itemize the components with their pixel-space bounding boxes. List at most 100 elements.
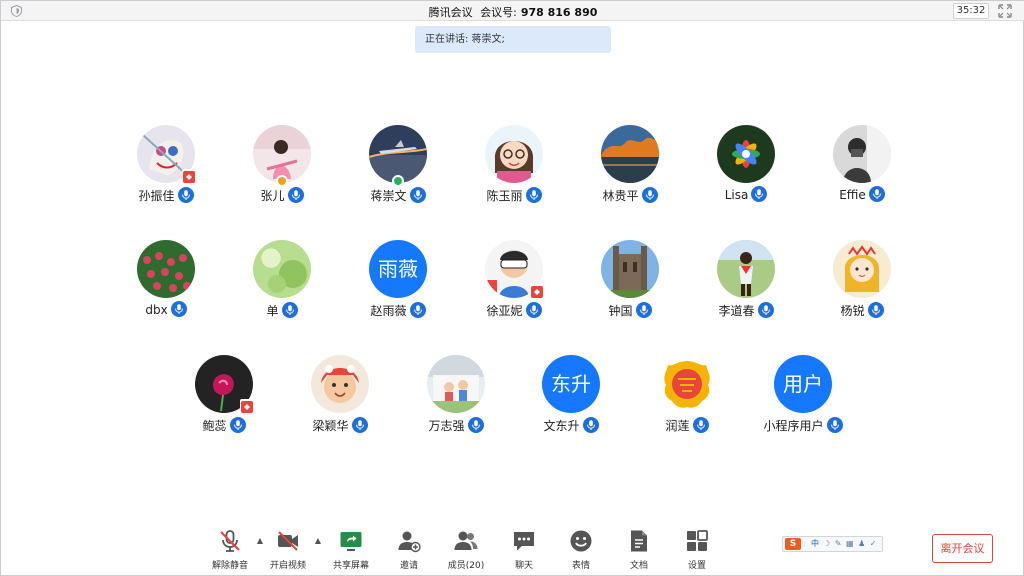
avatar [485, 125, 543, 183]
avatar [601, 240, 659, 298]
mic-icon [525, 186, 542, 203]
avatar [137, 240, 195, 298]
participant-name: 小程序用户 [745, 416, 861, 435]
participant-tile[interactable]: 钟国 [572, 240, 688, 324]
participant-tile[interactable]: 孙振佳 [108, 125, 224, 209]
participant-label: 徐亚妮 [486, 304, 523, 318]
participant-tile[interactable]: 润莲 [629, 355, 745, 439]
participant-tile[interactable]: 雨薇 赵雨薇 [340, 240, 456, 324]
avatar [658, 355, 716, 413]
participant-grid: 孙振佳 张儿 蒋崇文 陈玉丽 林贵平 Lisa Effie dbx 单雨薇 赵雨薇 徐亚妮 钟国 李道春… [1, 1, 1024, 501]
ime-mode[interactable]: 中 [811, 537, 819, 551]
participant-name: 万志强 [398, 416, 514, 435]
mic-icon [525, 301, 542, 318]
mic-icon [868, 186, 885, 202]
participant-label: 单 [266, 304, 279, 318]
invite-button[interactable]: 邀请 [379, 529, 439, 573]
leave-meeting-button[interactable]: 离开会议 [932, 534, 993, 563]
camera-off-icon [278, 531, 298, 551]
participant-name: 赵雨薇 [340, 301, 456, 320]
chat-button[interactable]: 聊天 [494, 529, 554, 573]
mic-icon [867, 301, 884, 318]
participant-label: Effie [839, 188, 866, 202]
participant-name: dbx [108, 301, 224, 320]
participant-label: 润莲 [665, 419, 690, 433]
participant-tile[interactable]: 蒋崇文 [340, 125, 456, 209]
participant-label: 钟国 [608, 304, 633, 318]
participant-name: 单 [224, 301, 340, 320]
participant-tile[interactable]: Lisa [688, 125, 804, 209]
participant-tile[interactable]: 林贵平 [572, 125, 688, 209]
reactions-label: 表情 [571, 561, 590, 571]
participant-tile[interactable]: 张儿 [224, 125, 340, 209]
mic-icon [757, 301, 774, 318]
ime-toolbar[interactable]: S 中 ☽ ✎ ▦ ♟ ✓ [782, 536, 883, 552]
cohost-badge [276, 175, 288, 187]
start-video-label: 开启视频 [269, 561, 306, 571]
share-screen-label: 共享屏幕 [332, 561, 369, 571]
participant-label: 梁颖华 [312, 419, 349, 433]
mic-muted-icon [220, 530, 240, 552]
members-label: 成员(20) [447, 561, 485, 571]
invite-label: 邀请 [399, 561, 418, 571]
participant-tile[interactable]: Effie [804, 125, 920, 209]
members-button[interactable]: 成员(20) [436, 529, 496, 573]
participant-name: 梁颖华 [282, 416, 398, 435]
unmute-button[interactable]: 解除静音 [200, 529, 260, 573]
participant-label: Lisa [724, 188, 749, 202]
participant-name: Effie [804, 186, 920, 205]
participant-label: 万志强 [428, 419, 465, 433]
participant-tile[interactable]: 万志强 [398, 355, 514, 439]
participant-label: 孙振佳 [138, 189, 175, 203]
host-badge [392, 175, 404, 187]
participant-tile[interactable]: 李道春 [688, 240, 804, 324]
sogou-logo: S [785, 538, 801, 550]
video-badge [530, 284, 544, 298]
participant-label: 林贵平 [602, 189, 639, 203]
avatar: 雨薇 [369, 240, 427, 298]
participant-name: 李道春 [688, 301, 804, 320]
participant-tile[interactable]: 杨锐 [804, 240, 920, 324]
participant-label: 赵雨薇 [370, 304, 407, 318]
avatar [717, 240, 775, 298]
grid-settings-icon [687, 530, 708, 551]
participant-name: 杨锐 [804, 301, 920, 320]
ime-tool-icons[interactable]: ☽ ✎ ▦ ♟ ✓ [823, 537, 877, 551]
docs-label: 文档 [629, 561, 648, 571]
participant-label: 文东升 [543, 419, 580, 433]
participant-tile[interactable]: 梁颖华 [282, 355, 398, 439]
participant-name: 润莲 [629, 416, 745, 435]
participant-label: 小程序用户 [763, 419, 824, 433]
participant-name: 徐亚妮 [456, 301, 572, 320]
participant-label: 陈玉丽 [486, 189, 523, 203]
start-video-button[interactable]: 开启视频 [258, 529, 318, 573]
reactions-button[interactable]: 表情 [551, 529, 611, 573]
mic-icon [635, 301, 652, 318]
participant-name: 林贵平 [572, 186, 688, 205]
docs-button[interactable]: 文档 [609, 529, 669, 573]
share-screen-button[interactable]: 共享屏幕 [321, 529, 381, 573]
participant-name: 孙振佳 [108, 186, 224, 205]
participant-tile[interactable]: 东升 文东升 [513, 355, 629, 439]
avatar: 用户 [774, 355, 832, 413]
participant-tile[interactable]: 徐亚妮 [456, 240, 572, 324]
settings-label: 设置 [687, 561, 706, 571]
mic-icon [692, 416, 709, 433]
mic-icon [409, 301, 426, 318]
participant-tile[interactable]: 用户小程序用户 [745, 355, 861, 439]
participant-label: 蒋崇文 [370, 189, 407, 203]
participant-tile[interactable]: 鲍蕊 [166, 355, 282, 439]
mic-icon [170, 301, 187, 317]
mic-icon [287, 186, 304, 203]
participant-label: 李道春 [718, 304, 755, 318]
participant-label: 张儿 [260, 189, 285, 203]
members-icon [454, 531, 478, 550]
video-badge [182, 169, 196, 183]
participant-tile[interactable]: 陈玉丽 [456, 125, 572, 209]
chat-label: 聊天 [514, 561, 533, 571]
participant-tile[interactable]: 单 [224, 240, 340, 324]
mic-icon [281, 301, 298, 318]
participant-tile[interactable]: dbx [108, 240, 224, 324]
settings-button[interactable]: 设置 [667, 529, 727, 573]
video-badge [240, 399, 254, 413]
